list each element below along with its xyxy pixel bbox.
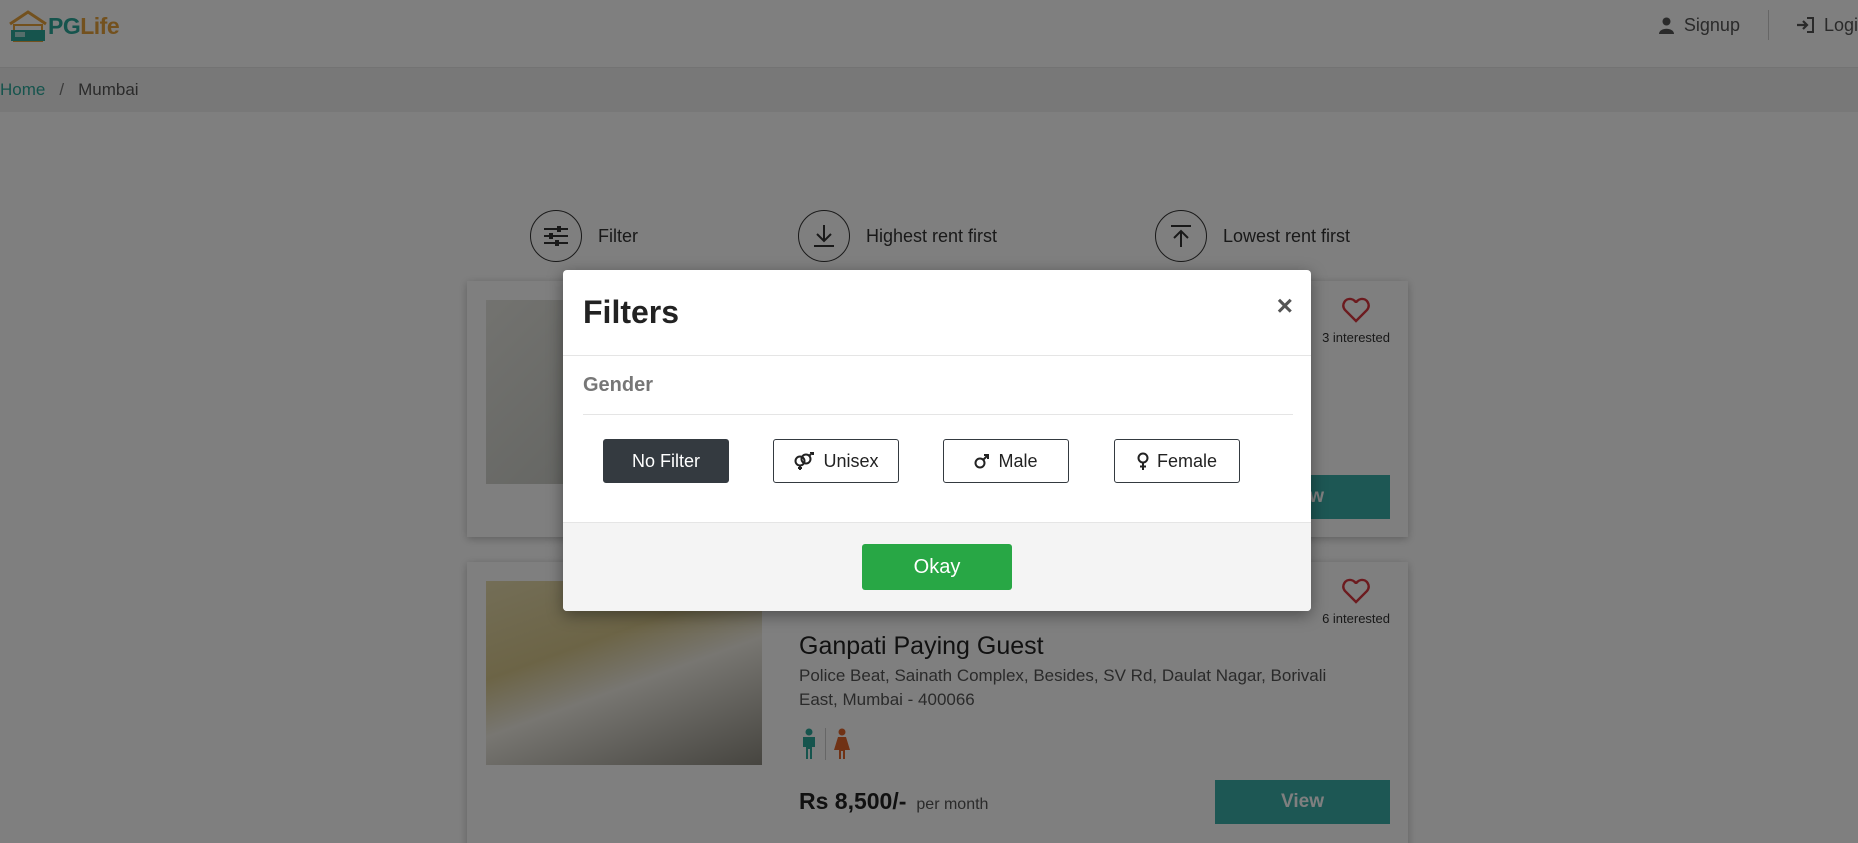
no-filter-button[interactable]: No Filter [603,439,729,483]
okay-button[interactable]: Okay [862,544,1012,590]
filters-modal: Filters × Gender No Filter Unisex Male F… [563,270,1311,611]
unisex-icon [794,452,815,470]
modal-footer: Okay [563,523,1311,611]
unisex-filter-button[interactable]: Unisex [773,439,899,483]
female-label: Female [1156,450,1218,471]
modal-header: Filters × [563,270,1311,356]
unisex-label: Unisex [823,450,879,471]
modal-body: Gender No Filter Unisex Male Female [563,356,1311,523]
no-filter-label: No Filter [631,450,700,471]
male-icon [974,454,990,469]
close-icon[interactable]: × [1277,290,1293,322]
section-divider [583,414,1293,415]
male-label: Male [998,450,1038,471]
male-filter-button[interactable]: Male [943,439,1069,483]
modal-title: Filters [583,294,680,330]
female-icon [1137,452,1149,470]
gender-section-title: Gender [583,374,654,396]
female-filter-button[interactable]: Female [1114,439,1240,483]
